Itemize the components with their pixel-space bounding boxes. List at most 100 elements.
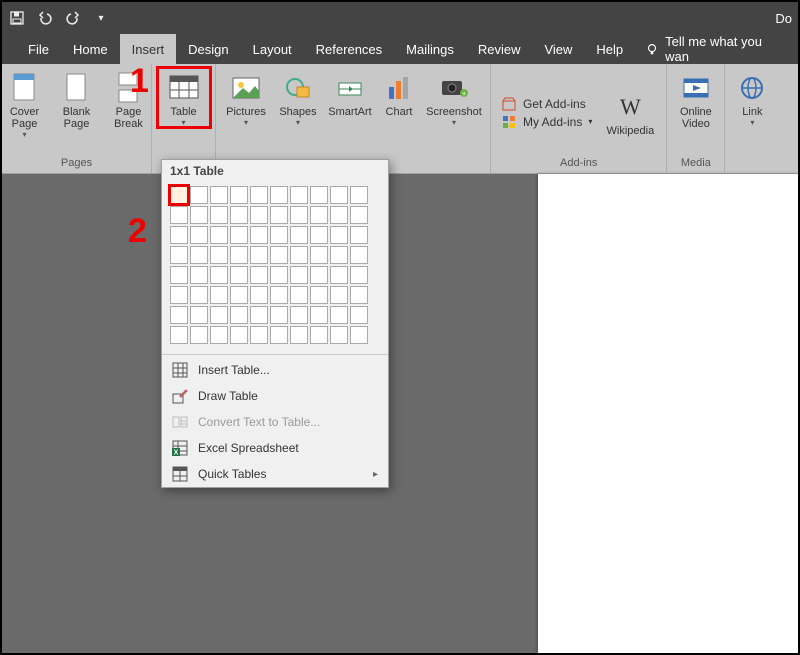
cover-page-button[interactable]: Cover Page ▾	[1, 68, 49, 139]
chart-button[interactable]: Chart	[378, 68, 420, 118]
tab-design[interactable]: Design	[176, 34, 240, 64]
grid-cell[interactable]	[210, 306, 228, 324]
grid-cell[interactable]	[210, 206, 228, 224]
screenshot-button[interactable]: + Screenshot ▾	[424, 68, 484, 127]
document-page[interactable]	[538, 174, 798, 653]
grid-cell[interactable]	[290, 326, 308, 344]
grid-cell[interactable]	[290, 206, 308, 224]
grid-cell[interactable]	[210, 226, 228, 244]
grid-cell[interactable]	[210, 266, 228, 284]
grid-cell[interactable]	[190, 306, 208, 324]
grid-cell[interactable]	[290, 266, 308, 284]
online-video-button[interactable]: Online Video	[672, 68, 720, 130]
grid-cell[interactable]	[230, 226, 248, 244]
tab-insert[interactable]: Insert	[120, 34, 177, 64]
grid-cell[interactable]	[230, 286, 248, 304]
grid-cell[interactable]	[270, 326, 288, 344]
shapes-button[interactable]: Shapes ▾	[274, 68, 322, 127]
grid-cell[interactable]	[330, 286, 348, 304]
grid-cell[interactable]	[170, 206, 188, 224]
grid-cell[interactable]	[210, 326, 228, 344]
undo-icon[interactable]	[36, 9, 54, 27]
grid-cell[interactable]	[170, 306, 188, 324]
grid-cell[interactable]	[250, 326, 268, 344]
grid-cell[interactable]	[250, 186, 268, 204]
grid-cell[interactable]	[290, 286, 308, 304]
link-button[interactable]: Link ▾	[731, 68, 773, 127]
grid-cell[interactable]	[270, 246, 288, 264]
grid-cell[interactable]	[270, 226, 288, 244]
blank-page-button[interactable]: Blank Page	[53, 68, 101, 130]
grid-cell[interactable]	[170, 186, 188, 204]
insert-table-item[interactable]: Insert Table...	[162, 357, 388, 383]
grid-cell[interactable]	[310, 266, 328, 284]
redo-icon[interactable]	[64, 9, 82, 27]
table-button[interactable]: Table ▾	[158, 68, 210, 127]
grid-cell[interactable]	[210, 286, 228, 304]
quick-tables-item[interactable]: Quick Tables ▸	[162, 461, 388, 487]
grid-cell[interactable]	[350, 186, 368, 204]
tab-file[interactable]: File	[16, 34, 61, 64]
grid-cell[interactable]	[330, 246, 348, 264]
grid-cell[interactable]	[190, 206, 208, 224]
grid-cell[interactable]	[290, 226, 308, 244]
grid-cell[interactable]	[330, 226, 348, 244]
qat-customize-icon[interactable]: ▾	[92, 9, 110, 27]
grid-cell[interactable]	[250, 266, 268, 284]
grid-cell[interactable]	[350, 306, 368, 324]
draw-table-item[interactable]: Draw Table	[162, 383, 388, 409]
grid-cell[interactable]	[230, 246, 248, 264]
grid-cell[interactable]	[350, 226, 368, 244]
grid-cell[interactable]	[350, 246, 368, 264]
tab-view[interactable]: View	[532, 34, 584, 64]
save-icon[interactable]	[8, 9, 26, 27]
tab-home[interactable]: Home	[61, 34, 120, 64]
grid-cell[interactable]	[290, 186, 308, 204]
grid-cell[interactable]	[170, 246, 188, 264]
tab-mailings[interactable]: Mailings	[394, 34, 466, 64]
grid-cell[interactable]	[330, 206, 348, 224]
grid-cell[interactable]	[230, 306, 248, 324]
grid-cell[interactable]	[190, 226, 208, 244]
grid-cell[interactable]	[270, 186, 288, 204]
wikipedia-button[interactable]: W Wikipedia	[600, 87, 660, 137]
grid-cell[interactable]	[230, 206, 248, 224]
grid-cell[interactable]	[350, 266, 368, 284]
grid-cell[interactable]	[270, 266, 288, 284]
grid-cell[interactable]	[170, 286, 188, 304]
grid-cell[interactable]	[310, 206, 328, 224]
grid-cell[interactable]	[210, 246, 228, 264]
grid-cell[interactable]	[170, 326, 188, 344]
grid-cell[interactable]	[350, 326, 368, 344]
tab-references[interactable]: References	[304, 34, 394, 64]
grid-cell[interactable]	[330, 266, 348, 284]
tab-help[interactable]: Help	[584, 34, 635, 64]
grid-cell[interactable]	[310, 326, 328, 344]
grid-cell[interactable]	[170, 226, 188, 244]
grid-cell[interactable]	[270, 306, 288, 324]
grid-cell[interactable]	[250, 306, 268, 324]
tab-layout[interactable]: Layout	[241, 34, 304, 64]
grid-cell[interactable]	[310, 286, 328, 304]
grid-cell[interactable]	[170, 266, 188, 284]
grid-cell[interactable]	[250, 286, 268, 304]
smartart-button[interactable]: SmartArt	[326, 68, 374, 118]
grid-cell[interactable]	[190, 326, 208, 344]
tab-review[interactable]: Review	[466, 34, 533, 64]
my-addins-button[interactable]: My Add-ins ▾	[501, 114, 592, 130]
grid-cell[interactable]	[310, 186, 328, 204]
grid-cell[interactable]	[190, 186, 208, 204]
tell-me-search[interactable]: Tell me what you wan	[635, 34, 798, 64]
grid-cell[interactable]	[210, 186, 228, 204]
grid-cell[interactable]	[250, 246, 268, 264]
grid-cell[interactable]	[330, 306, 348, 324]
grid-cell[interactable]	[250, 206, 268, 224]
grid-cell[interactable]	[190, 266, 208, 284]
grid-cell[interactable]	[290, 306, 308, 324]
pictures-button[interactable]: Pictures ▾	[222, 68, 270, 127]
grid-cell[interactable]	[270, 286, 288, 304]
grid-cell[interactable]	[350, 286, 368, 304]
grid-cell[interactable]	[270, 206, 288, 224]
grid-cell[interactable]	[250, 226, 268, 244]
grid-cell[interactable]	[190, 246, 208, 264]
